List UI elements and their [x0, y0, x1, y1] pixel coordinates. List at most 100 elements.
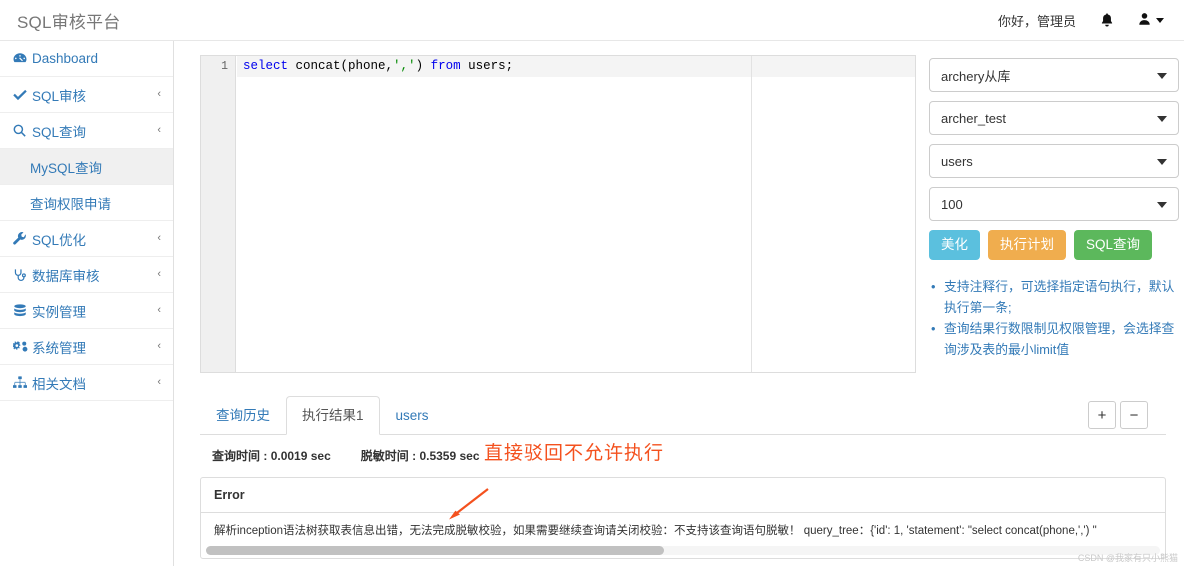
- limit-select-value: 100: [941, 197, 963, 212]
- masking-time-label: 脱敏时间 :: [361, 449, 416, 463]
- masking-time: 脱敏时间 : 0.5359 sec: [361, 447, 480, 464]
- sql-string-literal: ',': [393, 59, 416, 73]
- code-line: select concat(phone,',') from users;: [237, 56, 915, 77]
- sidebar-item-sql-audit[interactable]: SQL审核 ‹: [0, 77, 173, 113]
- sql-table-ref: users;: [461, 59, 514, 73]
- sidebar-chevron: ‹: [157, 233, 161, 244]
- table-select-value: users: [941, 154, 973, 169]
- tab-zoom-buttons: + −: [1088, 401, 1148, 429]
- bell-icon[interactable]: [1100, 12, 1114, 29]
- greeting-text: 你好，管理员: [998, 11, 1076, 30]
- query-time-value: 0.0019 sec: [271, 449, 331, 463]
- wrench-icon: [13, 232, 32, 246]
- horizontal-scrollbar[interactable]: [206, 546, 1160, 555]
- sidebar-item-label: Dashboard: [32, 51, 98, 66]
- user-menu[interactable]: [1138, 12, 1164, 29]
- error-column-header: Error: [201, 478, 1165, 513]
- masking-time-value: 0.5359 sec: [419, 449, 479, 463]
- chevron-down-icon: [1156, 18, 1164, 23]
- watermark: CSDN @我家有只小熊猫: [1078, 551, 1178, 564]
- sql-editor[interactable]: 1 select concat(phone,',') from users;: [200, 55, 916, 373]
- sql-fn-open: concat(phone,: [288, 59, 393, 73]
- sidebar-item-label: MySQL查询: [30, 157, 102, 177]
- chevron-down-icon: [1157, 159, 1167, 165]
- error-message-cell: 解析inception语法树获取表信息出错，无法完成脱敏校验，如果需要继续查询请…: [201, 513, 1165, 546]
- stethoscope-icon: [13, 268, 32, 282]
- sidebar-item-mysql-query[interactable]: MySQL查询: [0, 149, 173, 185]
- sidebar-item-label: SQL审核: [32, 85, 86, 105]
- sidebar-item-label: SQL查询: [32, 121, 86, 141]
- sidebar-item-label: 相关文档: [32, 373, 86, 393]
- sidebar-item-label: 查询权限申请: [30, 193, 111, 213]
- sidebar-item-system-manage[interactable]: 系统管理 ‹: [0, 329, 173, 365]
- sidebar-item-instance-manage[interactable]: 实例管理 ‹: [0, 293, 173, 329]
- tab-execution-result-1[interactable]: 执行结果1: [286, 396, 380, 435]
- sidebar: Dashboard SQL审核 ‹ SQL查询 ‹ MySQL查询: [0, 41, 174, 566]
- tab-users[interactable]: users: [380, 396, 445, 435]
- hint-item: 支持注释行，可选择指定语句执行，默认执行第一条;: [929, 276, 1181, 318]
- annotation-text: 直接驳回不允许执行: [484, 438, 664, 465]
- gears-icon: [13, 340, 32, 353]
- sidebar-item-related-docs[interactable]: 相关文档 ‹: [0, 365, 173, 401]
- editor-code-area[interactable]: select concat(phone,',') from users;: [237, 56, 915, 372]
- instance-select[interactable]: archery从库: [929, 58, 1179, 92]
- sitemap-icon: [13, 376, 32, 389]
- database-icon: [13, 304, 32, 318]
- hint-list: 支持注释行，可选择指定语句执行，默认执行第一条; 查询结果行数限制见权限管理，会…: [929, 276, 1181, 360]
- chevron-down-icon: [1157, 116, 1167, 122]
- error-panel: Error 解析inception语法树获取表信息出错，无法完成脱敏校验，如果需…: [200, 477, 1166, 559]
- user-icon: [1138, 12, 1151, 29]
- sidebar-item-sql-query[interactable]: SQL查询 ‹: [0, 113, 173, 149]
- top-header: SQL审核平台 你好，管理员: [0, 0, 1184, 41]
- search-icon: [13, 124, 32, 137]
- sidebar-item-dashboard[interactable]: Dashboard: [0, 41, 173, 77]
- sidebar-chevron: ‹: [157, 341, 161, 352]
- page-title: SQL审核平台: [17, 8, 120, 33]
- zoom-in-button[interactable]: +: [1088, 401, 1116, 429]
- hint-item: 查询结果行数限制见权限管理，会选择查询涉及表的最小limit值: [929, 318, 1181, 360]
- dashboard-icon: [13, 52, 32, 65]
- sidebar-item-query-permission-apply[interactable]: 查询权限申请: [0, 185, 173, 221]
- sidebar-chevron: ‹: [157, 305, 161, 316]
- table-select[interactable]: users: [929, 144, 1179, 178]
- check-icon: [13, 89, 32, 101]
- action-button-row: 美化 执行计划 SQL查询: [929, 230, 1179, 260]
- beautify-button[interactable]: 美化: [929, 230, 980, 260]
- chevron-down-icon: [1157, 73, 1167, 79]
- line-number: 1: [201, 56, 235, 77]
- sidebar-item-label: 数据库审核: [32, 265, 100, 285]
- chevron-down-icon: [1157, 202, 1167, 208]
- annotation-arrow-icon: [447, 487, 491, 526]
- sql-after-quote: ): [416, 59, 431, 73]
- limit-select[interactable]: 100: [929, 187, 1179, 221]
- timing-row: 查询时间 : 0.0019 sec 脱敏时间 : 0.5359 sec: [200, 435, 1166, 464]
- header-right-cluster: 你好，管理员: [998, 11, 1164, 30]
- sql-keyword-select: select: [243, 59, 288, 73]
- explain-plan-button[interactable]: 执行计划: [988, 230, 1066, 260]
- query-controls-panel: archery从库 archer_test users 100 美化 执行计划 …: [929, 58, 1179, 360]
- query-time: 查询时间 : 0.0019 sec: [212, 447, 331, 464]
- sql-query-button[interactable]: SQL查询: [1074, 230, 1152, 260]
- results-region: 查询历史 执行结果1 users + − 查询时间 : 0.0019 sec 脱…: [200, 393, 1166, 566]
- sidebar-item-label: 系统管理: [32, 337, 86, 357]
- sidebar-chevron: ‹: [157, 89, 161, 100]
- sidebar-chevron: ‹: [157, 269, 161, 280]
- scrollbar-thumb[interactable]: [206, 546, 664, 555]
- page-root: SQL审核平台 你好，管理员: [0, 0, 1184, 566]
- instance-select-value: archery从库: [941, 66, 1010, 85]
- database-select-value: archer_test: [941, 111, 1006, 126]
- sidebar-chevron: ‹: [157, 377, 161, 388]
- sql-keyword-from: from: [431, 59, 461, 73]
- database-select[interactable]: archer_test: [929, 101, 1179, 135]
- result-tabs: 查询历史 执行结果1 users + −: [200, 393, 1166, 435]
- tab-query-history[interactable]: 查询历史: [200, 396, 286, 435]
- sidebar-item-db-audit[interactable]: 数据库审核 ‹: [0, 257, 173, 293]
- zoom-out-button[interactable]: −: [1120, 401, 1148, 429]
- sidebar-item-sql-optimize[interactable]: SQL优化 ‹: [0, 221, 173, 257]
- editor-column-divider: [751, 56, 752, 373]
- sidebar-item-label: SQL优化: [32, 229, 86, 249]
- sidebar-chevron: ‹: [157, 125, 161, 136]
- editor-gutter: 1: [201, 56, 236, 372]
- sidebar-item-label: 实例管理: [32, 301, 86, 321]
- query-time-label: 查询时间 :: [212, 449, 267, 463]
